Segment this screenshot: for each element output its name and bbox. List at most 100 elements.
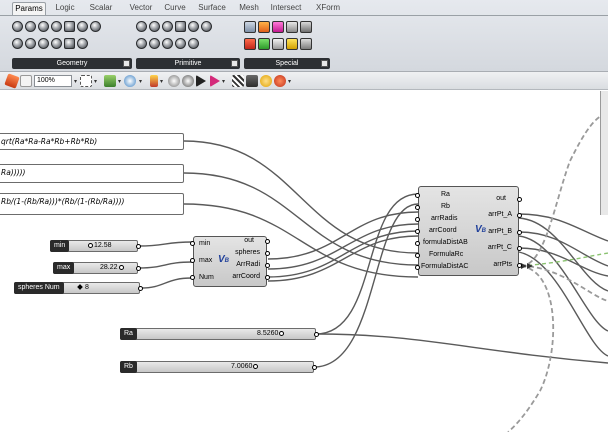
mesh-preview-icon[interactable] xyxy=(182,75,194,87)
colour-param-icon[interactable] xyxy=(149,21,160,32)
output-port-arrradi[interactable]: ArrRadi xyxy=(236,261,260,268)
sketch-icon[interactable] xyxy=(286,38,298,50)
complex-param-icon[interactable] xyxy=(162,21,173,32)
zoom-dropdown-icon[interactable]: ▾ xyxy=(74,78,77,85)
output-grip-icon[interactable] xyxy=(312,365,317,370)
vb-script-component-spheres[interactable]: min max Num VB out spheres ArrRadi arrCo… xyxy=(190,236,270,287)
box-param-icon[interactable] xyxy=(64,21,75,32)
tab-params[interactable]: Params xyxy=(12,2,46,15)
expression-panel-1[interactable]: qrt(Ra*Ra-Ra*Rb+Rb*Rb) xyxy=(0,133,184,150)
input-grip-icon[interactable] xyxy=(415,193,420,198)
circle-param-icon[interactable] xyxy=(38,21,49,32)
slider-knob-icon[interactable] xyxy=(253,363,259,369)
slider-rb[interactable]: Rb 7.0060 xyxy=(120,361,317,373)
brep-param-icon[interactable] xyxy=(77,21,88,32)
input-grip-icon[interactable] xyxy=(190,258,195,263)
param-viewer-icon[interactable] xyxy=(272,21,284,33)
plane-param-icon[interactable] xyxy=(25,38,36,49)
preview-dropdown-icon[interactable]: ▾ xyxy=(139,78,142,85)
input-port-arrcoord[interactable]: arrCoord xyxy=(429,227,457,234)
slider-icon[interactable] xyxy=(286,21,298,33)
bake-icon[interactable] xyxy=(150,75,158,87)
input-port-arrradis[interactable]: arrRadis xyxy=(431,215,457,222)
output-port-spheres[interactable]: spheres xyxy=(235,249,260,256)
record-icon[interactable] xyxy=(210,75,220,87)
tab-curve[interactable]: Curve xyxy=(162,2,188,15)
output-port-arrpt-b[interactable]: arrPt_B xyxy=(488,228,512,235)
output-grip-icon[interactable] xyxy=(517,197,522,202)
output-grip-icon[interactable] xyxy=(136,244,141,249)
tab-surface[interactable]: Surface xyxy=(196,2,228,15)
expression-panel-3[interactable]: Rb/(1-(Rb/Ra)))*(Rb/(1-(Rb/Ra)))) xyxy=(0,193,184,215)
tab-vector[interactable]: Vector xyxy=(126,2,156,15)
gradient-icon[interactable] xyxy=(258,38,270,50)
play-icon[interactable] xyxy=(196,75,206,87)
input-grip-icon[interactable] xyxy=(415,253,420,258)
zoom-extents-icon[interactable] xyxy=(80,75,92,87)
zoom-field[interactable]: 100% xyxy=(34,75,72,87)
geometry-param-icon[interactable] xyxy=(77,38,88,49)
input-port-num[interactable]: Num xyxy=(199,274,214,281)
shader-param-icon[interactable] xyxy=(162,38,173,49)
tab-scalar[interactable]: Scalar xyxy=(86,2,116,15)
input-grip-icon[interactable] xyxy=(415,265,420,270)
tab-xform[interactable]: XForm xyxy=(313,2,343,15)
tab-logic[interactable]: Logic xyxy=(52,2,78,15)
slider-max[interactable]: max 28.22 xyxy=(53,262,141,274)
paint-dropdown-icon[interactable]: ▾ xyxy=(288,78,291,85)
expand-icon[interactable] xyxy=(123,60,130,67)
boolean-param-icon[interactable] xyxy=(136,21,147,32)
graph-canvas[interactable]: qrt(Ra*Ra-Ra*Rb+Rb*Rb) Ra))))) Rb/(1-(Rb… xyxy=(0,91,608,432)
paint-icon[interactable] xyxy=(274,75,286,87)
input-port-max[interactable]: max xyxy=(199,257,212,264)
arc-param-icon[interactable] xyxy=(51,21,62,32)
output-grip-icon[interactable] xyxy=(517,263,522,268)
panel-icon[interactable] xyxy=(258,21,270,33)
output-grip-icon[interactable] xyxy=(517,246,522,251)
expand-icon[interactable] xyxy=(231,60,238,67)
input-port-formuladistab[interactable]: formulaDistAB xyxy=(423,239,468,246)
preview-icon[interactable] xyxy=(124,75,136,87)
path-param-icon[interactable] xyxy=(149,38,160,49)
culture-param-icon[interactable] xyxy=(175,21,186,32)
output-grip-icon[interactable] xyxy=(136,266,141,271)
output-grip-icon[interactable] xyxy=(138,286,143,291)
vector-param-icon[interactable] xyxy=(25,21,36,32)
cluster-icon[interactable] xyxy=(246,75,258,87)
integer-param-icon[interactable] xyxy=(201,21,212,32)
tab-intersect[interactable]: Intersect xyxy=(267,2,305,15)
line-param-icon[interactable] xyxy=(12,38,23,49)
output-port-out[interactable]: out xyxy=(244,237,254,244)
expand-icon[interactable] xyxy=(321,60,328,67)
slider-diamond-icon[interactable] xyxy=(77,284,83,290)
vb-script-component-formulas[interactable]: Ra Rb arrRadis arrCoord formulaDistAB Fo… xyxy=(415,186,522,276)
time-param-icon[interactable] xyxy=(188,38,199,49)
string-param-icon[interactable] xyxy=(175,38,186,49)
output-grip-icon[interactable] xyxy=(314,332,319,337)
input-grip-icon[interactable] xyxy=(415,205,420,210)
output-grip-icon[interactable] xyxy=(265,239,270,244)
point-param-icon[interactable] xyxy=(12,21,23,32)
input-port-min[interactable]: min xyxy=(199,240,210,247)
mesh-param-icon[interactable] xyxy=(51,38,62,49)
sun-icon[interactable] xyxy=(260,75,272,87)
output-grip-icon[interactable] xyxy=(265,275,270,280)
input-grip-icon[interactable] xyxy=(415,229,420,234)
input-port-ra[interactable]: Ra xyxy=(441,191,450,198)
sphere-preview-icon[interactable] xyxy=(168,75,180,87)
output-grip-icon[interactable] xyxy=(265,251,270,256)
offscreen-component-edge[interactable] xyxy=(600,91,608,215)
output-grip-icon[interactable] xyxy=(517,213,522,218)
output-port-arrpt-a[interactable]: arrPt_A xyxy=(488,211,512,218)
colour-swatch-icon[interactable] xyxy=(244,38,256,50)
input-grip-icon[interactable] xyxy=(190,241,195,246)
graph-mapper-icon[interactable] xyxy=(244,21,256,33)
slider-knob-icon[interactable] xyxy=(279,330,285,336)
named-views-dropdown-icon[interactable]: ▾ xyxy=(118,78,121,85)
bake-dropdown-icon[interactable]: ▾ xyxy=(160,78,163,85)
surface-param-icon[interactable] xyxy=(38,38,49,49)
slider-knob-icon[interactable] xyxy=(88,242,93,248)
solver-icon[interactable] xyxy=(232,75,244,87)
tab-mesh[interactable]: Mesh xyxy=(237,2,261,15)
field-param-icon[interactable] xyxy=(64,38,75,49)
